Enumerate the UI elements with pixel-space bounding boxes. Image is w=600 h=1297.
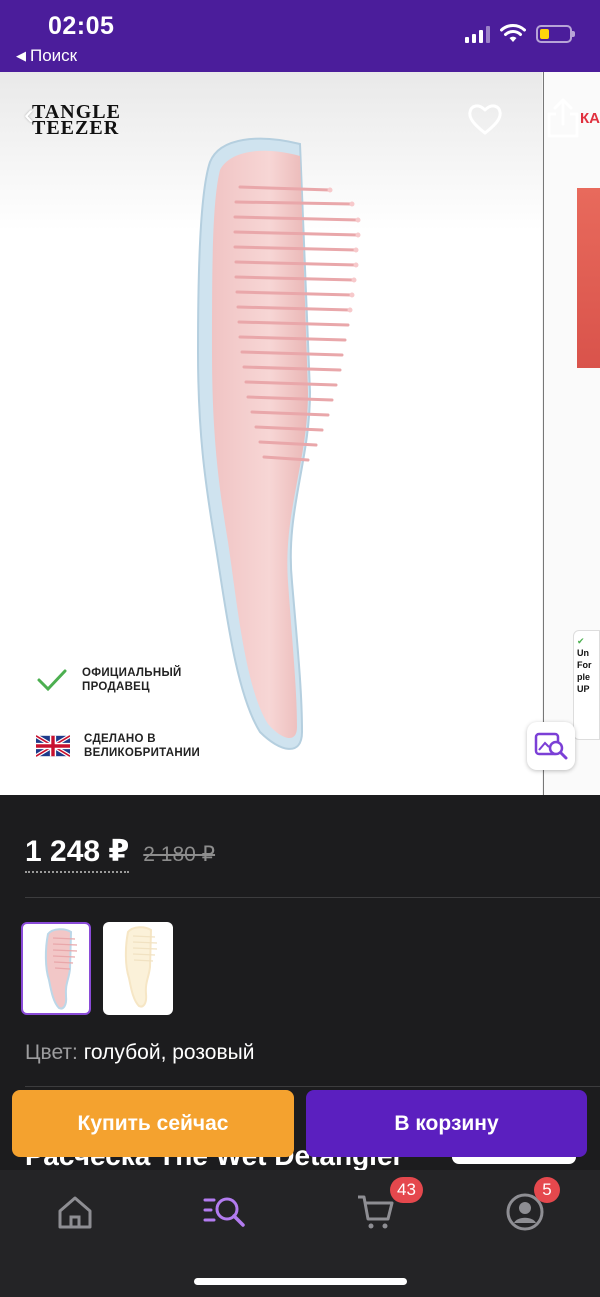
buy-now-button[interactable]: Купить сейчас [12,1090,294,1157]
official-seller-badge: ОФИЦИАЛЬНЫЙ ПРОДАВЕЦ [36,666,182,694]
current-price[interactable]: 1 248 ₽ [25,834,130,873]
favorite-heart-icon[interactable] [466,100,504,138]
color-label: Цвет: [25,1041,78,1064]
next-slide-label: КА [580,110,600,127]
status-icons [465,24,575,44]
variant-thumbnail-image [44,928,78,1010]
old-price: 2 180 ₽ [143,843,216,866]
variant-thumbnail-image [124,926,158,1008]
home-indicator [194,1278,407,1285]
image-search-icon [534,732,568,760]
image-search-button[interactable] [527,722,575,770]
color-variant-blue-pink[interactable] [21,922,91,1015]
wifi-icon [500,24,526,42]
cart-count-badge: 43 [390,1177,423,1203]
divider [25,1086,600,1087]
add-to-cart-button[interactable]: В корзину [306,1090,587,1157]
price-block: 1 248 ₽ 2 180 ₽ [25,834,215,873]
profile-notification-badge: 5 [534,1177,560,1203]
product-screen: 02:05 ◀ Поиск TANGLE TEEZER ‹ ОФИЦИАЛЬНЫ… [0,0,600,1297]
back-app-label: Поиск [30,46,78,65]
share-icon[interactable] [543,96,583,140]
tab-catalog[interactable] [203,1190,247,1234]
product-image-gallery[interactable]: TANGLE TEEZER ‹ ОФИЦИАЛЬНЫЙ ПРОДАВЕЦ СДЕ… [0,72,600,795]
catalog-search-icon [203,1197,245,1227]
made-in-uk-badge: СДЕЛАНО В ВЕЛИКОБРИТАНИИ [36,732,200,760]
bottom-tab-bar [0,1170,600,1297]
divider [25,897,600,898]
tab-home[interactable] [53,1190,97,1234]
selected-color: Цвет: голубой, розовый [25,1041,254,1065]
uk-flag-icon [36,735,70,757]
checkmark-icon [37,669,67,692]
status-bar: 02:05 ◀ Поиск [0,0,600,72]
back-chevron-icon[interactable]: ‹ [24,100,56,132]
home-icon [58,1196,92,1229]
cart-icon [358,1195,394,1229]
cellular-signal-icon [465,25,490,43]
next-slide-card: ✔ Un For ple UP [573,630,600,740]
gallery-slide-main[interactable]: TANGLE TEEZER ‹ ОФИЦИАЛЬНЫЙ ПРОДАВЕЦ СДЕ… [0,72,542,795]
back-triangle-icon: ◀ [16,48,26,63]
color-value: голубой, розовый [83,1041,255,1064]
battery-low-icon [536,25,575,43]
product-photo-hairbrush [196,137,361,750]
color-variant-cream[interactable] [103,922,173,1015]
status-time: 02:05 [48,12,115,40]
next-slide-package-image [577,188,600,368]
back-to-app-link[interactable]: ◀ Поиск [16,46,77,66]
